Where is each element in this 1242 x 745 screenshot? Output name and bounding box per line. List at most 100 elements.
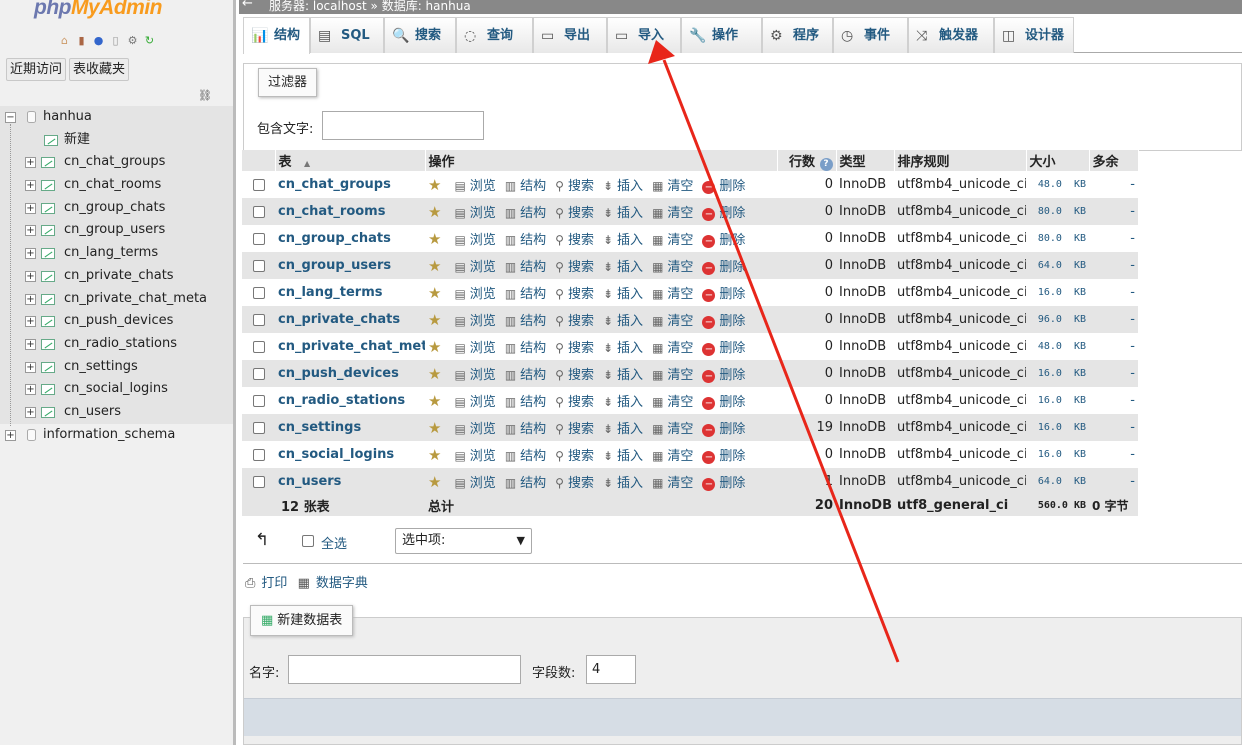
row-size[interactable]: 80.0 KB (1026, 225, 1089, 252)
browse-action[interactable]: ▤ 浏览 (454, 391, 495, 410)
search-action[interactable]: ⚲ 搜索 (555, 175, 594, 194)
tab-structure[interactable]: 📊 结构 (243, 17, 310, 54)
tree-table-label[interactable]: cn_lang_terms (64, 242, 158, 265)
empty-action[interactable]: ▦ 清空 (652, 391, 693, 410)
expand-icon[interactable]: + (25, 225, 36, 237)
search-action[interactable]: ⚲ 搜索 (555, 364, 594, 383)
favorite-star-icon[interactable]: ★ (428, 257, 445, 275)
browse-action[interactable]: ▤ 浏览 (454, 229, 495, 248)
row-checkbox[interactable] (253, 313, 265, 326)
empty-action[interactable]: ▦ 清空 (652, 364, 693, 383)
tree-item-table[interactable]: + cn_push_devices (0, 310, 233, 333)
tree-item-table[interactable]: + cn_private_chats (0, 264, 233, 288)
browse-action[interactable]: ▤ 浏览 (454, 256, 495, 275)
empty-action[interactable]: ▦ 清空 (652, 256, 693, 275)
tab-sql[interactable]: ▤ SQL (310, 17, 384, 53)
table-name-link[interactable]: cn_chat_groups (275, 171, 425, 198)
header-size[interactable]: 大小 (1026, 150, 1090, 171)
search-action[interactable]: ⚲ 搜索 (555, 283, 594, 302)
expand-icon[interactable]: + (25, 270, 36, 282)
header-table[interactable]: 表 ▲ (275, 150, 426, 171)
favorite-star-icon[interactable]: ★ (428, 338, 445, 356)
exit-icon[interactable]: ▮ (74, 33, 89, 48)
docs-icon[interactable]: ▯ (108, 33, 123, 48)
expand-icon[interactable]: + (25, 180, 36, 192)
favorite-star-icon[interactable]: ★ (428, 392, 445, 410)
row-checkbox[interactable] (253, 178, 265, 191)
table-name-link[interactable]: cn_chat_rooms (275, 198, 425, 225)
tree-item-information-schema[interactable]: + information_schema (0, 424, 233, 447)
empty-action[interactable]: ▦ 清空 (652, 283, 693, 302)
structure-action[interactable]: ▥ 结构 (505, 202, 546, 221)
tree-table-label[interactable]: cn_group_users (64, 219, 165, 242)
drop-action[interactable]: − 删除 (702, 283, 745, 302)
expand-icon[interactable]: + (25, 248, 36, 260)
browse-action[interactable]: ▤ 浏览 (454, 364, 495, 383)
header-rows[interactable]: 行数 ? (777, 150, 837, 171)
search-action[interactable]: ⚲ 搜索 (555, 202, 594, 221)
drop-action[interactable]: − 删除 (702, 337, 745, 356)
row-size[interactable]: 64.0 KB (1026, 468, 1089, 495)
tab-import[interactable]: ▭ 导入 (607, 17, 681, 53)
insert-action[interactable]: ⇟ 插入 (603, 472, 643, 491)
insert-action[interactable]: ⇟ 插入 (603, 337, 643, 356)
breadcrumb-text[interactable]: 服务器: localhost » 数据库: hanhua (269, 0, 471, 13)
row-checkbox[interactable] (253, 286, 265, 299)
structure-action[interactable]: ▥ 结构 (505, 256, 546, 275)
drop-action[interactable]: − 删除 (702, 256, 745, 275)
favorite-star-icon[interactable]: ★ (428, 176, 445, 194)
row-checkbox[interactable] (253, 448, 265, 461)
tab-export[interactable]: ▭ 导出 (533, 17, 607, 53)
table-name-link[interactable]: cn_social_logins (275, 441, 425, 468)
tree-item-table[interactable]: + cn_social_logins (0, 378, 233, 401)
tree-item-table[interactable]: + cn_settings (0, 355, 233, 379)
tree-item-table[interactable]: + cn_private_chat_meta (0, 287, 233, 311)
empty-action[interactable]: ▦ 清空 (652, 472, 693, 491)
tree-table-label[interactable]: cn_users (64, 401, 121, 424)
browse-action[interactable]: ▤ 浏览 (454, 445, 495, 464)
structure-action[interactable]: ▥ 结构 (505, 472, 546, 491)
tree-table-label[interactable]: cn_radio_stations (64, 333, 177, 356)
browse-action[interactable]: ▤ 浏览 (454, 337, 495, 356)
table-name-link[interactable]: cn_users (275, 468, 425, 495)
structure-action[interactable]: ▥ 结构 (505, 391, 546, 410)
search-action[interactable]: ⚲ 搜索 (555, 337, 594, 356)
insert-action[interactable]: ⇟ 插入 (603, 229, 643, 248)
favorites-button[interactable]: 表收藏夹 (69, 58, 130, 81)
reload-icon[interactable]: ↻ (142, 33, 157, 48)
expand-icon[interactable]: + (25, 361, 36, 373)
table-name-link[interactable]: cn_push_devices (275, 360, 425, 387)
tree-item-table[interactable]: + cn_group_users (0, 219, 233, 243)
data-dictionary-link[interactable]: 数据字典 (316, 576, 368, 591)
search-action[interactable]: ⚲ 搜索 (555, 229, 594, 248)
drop-action[interactable]: − 删除 (702, 445, 745, 464)
row-checkbox[interactable] (253, 205, 265, 218)
recent-button[interactable]: 近期访问 (6, 58, 67, 81)
tree-table-label[interactable]: cn_settings (64, 356, 138, 379)
tree-table-label[interactable]: cn_chat_groups (64, 151, 165, 174)
tree-db[interactable]: hanhua (43, 106, 92, 129)
row-size[interactable]: 96.0 KB (1026, 306, 1089, 333)
insert-action[interactable]: ⇟ 插入 (603, 418, 643, 437)
table-name-link[interactable]: cn_radio_stations (275, 387, 425, 414)
tree-item-table[interactable]: + cn_users (0, 400, 233, 424)
drop-action[interactable]: − 删除 (702, 391, 745, 410)
browse-action[interactable]: ▤ 浏览 (454, 418, 495, 437)
filter-input[interactable] (322, 111, 484, 140)
empty-action[interactable]: ▦ 清空 (652, 418, 693, 437)
expand-icon[interactable]: + (5, 429, 16, 441)
expand-icon[interactable]: + (25, 202, 36, 214)
tree-table-label[interactable]: cn_chat_rooms (64, 174, 161, 197)
browse-action[interactable]: ▤ 浏览 (454, 202, 495, 221)
expand-icon[interactable]: + (25, 338, 36, 350)
collapse-icon[interactable]: − (5, 112, 16, 123)
row-checkbox[interactable] (253, 421, 265, 434)
link-icon[interactable]: ⛓ (198, 89, 212, 102)
structure-action[interactable]: ▥ 结构 (505, 418, 546, 437)
structure-action[interactable]: ▥ 结构 (505, 175, 546, 194)
header-collation[interactable]: 排序规则 (894, 150, 1027, 171)
tab-query[interactable]: ◌ 查询 (456, 17, 533, 53)
favorite-star-icon[interactable]: ★ (428, 284, 445, 302)
home-icon[interactable]: ⌂ (57, 33, 72, 48)
columns-count-input[interactable]: 4 (586, 655, 636, 684)
